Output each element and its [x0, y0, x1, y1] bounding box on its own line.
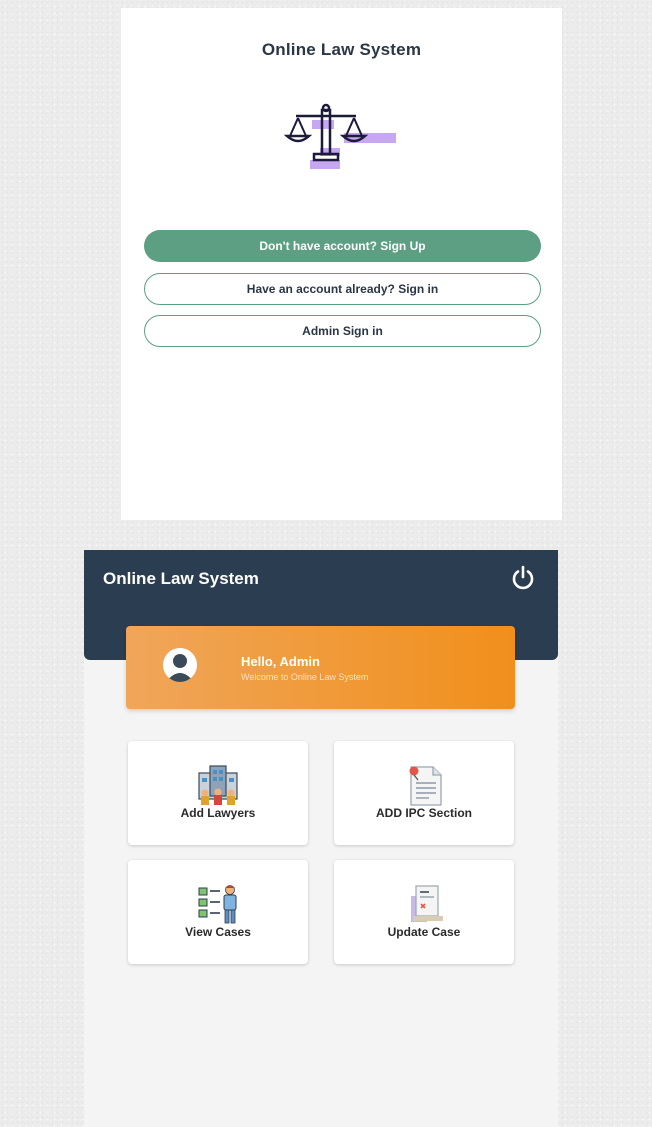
welcome-subtitle: Welcome to Online Law System [241, 672, 369, 682]
lawyers-building-icon [198, 765, 238, 805]
tile-label: Update Case [387, 925, 461, 939]
signin-button[interactable]: Have an account already? Sign in [144, 273, 541, 305]
update-case-tile[interactable]: Update Case [334, 860, 514, 964]
document-pin-icon [409, 766, 442, 806]
user-avatar-icon [163, 648, 197, 682]
welcome-screen: Online Law System Don't have account? Si… [121, 8, 562, 520]
checklist-person-icon [198, 885, 237, 924]
signup-button[interactable]: Don't have account? Sign Up [144, 230, 541, 262]
power-icon[interactable] [509, 564, 537, 592]
admin-dashboard: Online Law System Hello, Admin Welcome t… [84, 550, 558, 1127]
view-cases-tile[interactable]: View Cases [128, 860, 308, 964]
header-title: Online Law System [103, 569, 259, 588]
tile-label: ADD IPC Section [375, 806, 472, 820]
tile-label: View Cases [185, 925, 251, 939]
add-lawyers-tile[interactable]: Add Lawyers [128, 741, 308, 845]
case-file-icon [411, 885, 443, 922]
welcome-card: Hello, Admin Welcome to Online Law Syste… [126, 626, 515, 709]
app-title: Online Law System [261, 40, 422, 59]
scales-of-justice-icon [283, 103, 396, 169]
admin-signin-button[interactable]: Admin Sign in [144, 315, 541, 347]
add-ipc-section-tile[interactable]: ADD IPC Section [334, 741, 514, 845]
greeting: Hello, Admin [241, 654, 320, 669]
tile-label: Add Lawyers [180, 806, 256, 820]
